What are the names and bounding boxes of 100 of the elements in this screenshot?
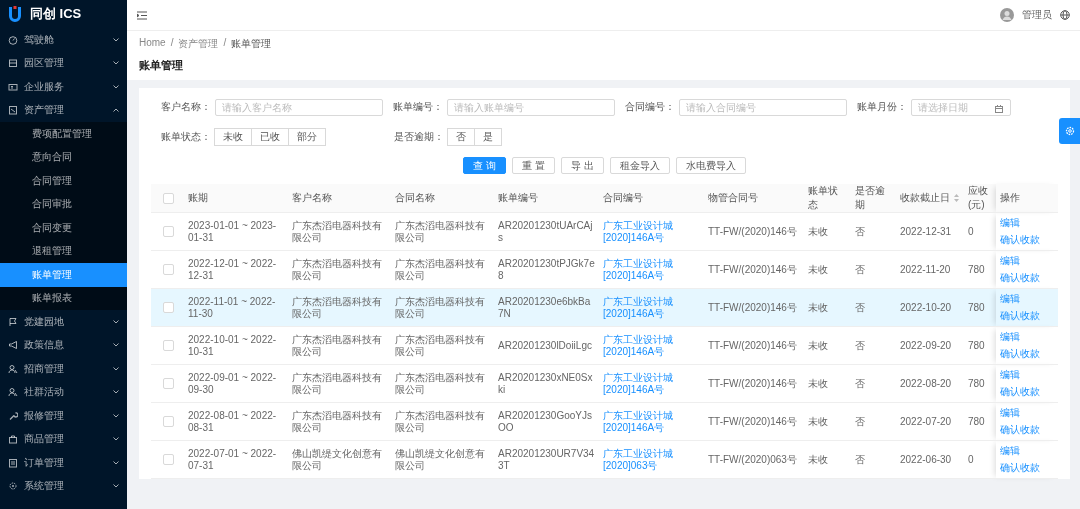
user-name[interactable]: 管理员 (1022, 8, 1052, 22)
action-button[interactable]: 租金导入 (609, 157, 670, 174)
table-cell: 广东杰滔电器科技有限公司 (292, 371, 382, 395)
toggle-option[interactable]: 部分 (288, 128, 326, 146)
table-cell: 广东杰滔电器科技有限公司 (395, 219, 485, 243)
edit-link[interactable]: 编辑 (1000, 217, 1020, 229)
toggle-option[interactable]: 已收 (251, 128, 289, 146)
sidebar-item[interactable]: 招商管理 (0, 357, 127, 381)
table-row[interactable]: 2022-12-01 ~ 2022-12-31 广东杰滔电器科技有限公司 广东杰滔电器科技有限公司 AR20201230tPJGk7e8 广东工业设计城[2020]146A号 TT-FW/(2020)146号 未收 否 2022-11-20 780 编辑 确认收款 (151, 250, 1058, 289)
confirm-payment-link[interactable]: 确认收款 (1000, 234, 1040, 246)
submenu-item[interactable]: 意向合同 (0, 145, 127, 169)
contract-link[interactable]: 广东工业设计城[2020]146A号 (603, 257, 700, 282)
edit-link[interactable]: 编辑 (1000, 407, 1020, 419)
contract-link[interactable]: 广东工业设计城[2020]146A号 (603, 219, 700, 244)
menu-label: 资产管理 (24, 103, 65, 118)
confirm-payment-link[interactable]: 确认收款 (1000, 386, 1040, 398)
sidebar-item[interactable]: 驾驶舱 (0, 28, 127, 52)
table-row[interactable]: 2022-08-01 ~ 2022-08-31 广东杰滔电器科技有限公司 广东杰滔电器科技有限公司 AR20201230GooYJsOO 广东工业设计城[2020]146A号 TT-FW/(2020)146号 未收 否 2022-07-20 780 编辑 确认收款 (151, 402, 1058, 441)
sidebar-item[interactable]: 商品管理 (0, 427, 127, 451)
input-field[interactable]: 请输入合同编号 (679, 98, 847, 116)
contract-link[interactable]: 广东工业设计城[2020]146A号 (603, 371, 700, 396)
table-cell: 2022-07-01 ~ 2022-07-31 (188, 447, 277, 471)
column-header: 是否逾期 (855, 184, 886, 212)
sidebar-item[interactable]: 系统管理 (0, 474, 127, 498)
sidebar-item[interactable]: 党建园地 (0, 310, 127, 334)
table-cell: AR20201230GooYJsOO (498, 409, 592, 433)
submenu-item[interactable]: 退租管理 (0, 239, 127, 263)
row-checkbox[interactable] (163, 416, 174, 427)
table-row[interactable]: 2022-07-01 ~ 2022-07-31 佛山凯缇文化创意有限公司 佛山凯缇文化创意有限公司 AR20201230UR7V343T 广东工业设计城[2020]063号 TT-FW/(2020)063号 未收 否 2022-06-30 0 编辑 确认收款 (151, 440, 1058, 479)
edit-link[interactable]: 编辑 (1000, 445, 1020, 457)
row-checkbox[interactable] (163, 302, 174, 313)
confirm-payment-link[interactable]: 确认收款 (1000, 272, 1040, 284)
contract-link[interactable]: 广东工业设计城[2020]146A号 (603, 333, 700, 358)
table-cell: 2022-11-01 ~ 2022-11-30 (188, 295, 276, 319)
menu-label: 社群活动 (24, 385, 65, 400)
breadcrumb-separator: / (223, 37, 227, 50)
table-cell: 广东杰滔电器科技有限公司 (395, 333, 485, 357)
action-button[interactable]: 水电费导入 (675, 157, 746, 174)
menu-label: 政策信息 (24, 338, 65, 353)
edit-link[interactable]: 编辑 (1000, 255, 1020, 267)
toggle-option[interactable]: 未收 (214, 128, 252, 146)
breadcrumb-link[interactable]: Home (139, 37, 166, 51)
table-cell: 否 (855, 453, 865, 465)
confirm-payment-link[interactable]: 确认收款 (1000, 462, 1040, 474)
confirm-payment-link[interactable]: 确认收款 (1000, 424, 1040, 436)
table-cell: 否 (855, 339, 865, 351)
table-cell: AR20201230xNE0Sxki (498, 371, 593, 395)
column-header: 合同名称 (395, 191, 435, 205)
submenu-item[interactable]: 合同审批 (0, 192, 127, 216)
sidebar-item[interactable]: 订单管理 (0, 451, 127, 475)
row-checkbox[interactable] (163, 378, 174, 389)
sidebar-item[interactable]: 社群活动 (0, 380, 127, 404)
settings-button[interactable] (1059, 118, 1080, 144)
table-cell: 2022-11-20 (900, 263, 951, 275)
submenu-item[interactable]: 账单报表 (0, 286, 127, 310)
table-cell: AR20201230e6bkBa7N (498, 295, 591, 319)
field-label: 是否逾期： (393, 130, 445, 144)
table-row[interactable]: 2022-09-01 ~ 2022-09-30 广东杰滔电器科技有限公司 广东杰滔电器科技有限公司 AR20201230xNE0Sxki 广东工业设计城[2020]146A号 TT-FW/(2020)146号 未收 否 2022-08-20 780 编辑 确认收款 (151, 364, 1058, 403)
row-checkbox[interactable] (163, 454, 174, 465)
table-cell: 2022-09-20 (900, 339, 952, 351)
menu-icon[interactable] (137, 10, 147, 20)
table-row[interactable]: 2022-10-01 ~ 2022-10-31 广东杰滔电器科技有限公司 广东杰滔电器科技有限公司 AR20201230lDoiiLgc 广东工业设计城[2020]146A号 TT-FW/(2020)146号 未收 否 2022-09-20 780 编辑 确认收款 (151, 326, 1058, 365)
globe-icon[interactable] (1060, 10, 1070, 20)
sidebar-item[interactable]: 报修管理 (0, 404, 127, 428)
document-icon (8, 457, 18, 468)
edit-link[interactable]: 编辑 (1000, 331, 1020, 343)
card-icon (8, 81, 18, 92)
table-row[interactable]: 2022-11-01 ~ 2022-11-30 广东杰滔电器科技有限公司 广东杰滔电器科技有限公司 AR20201230e6bkBa7N 广东工业设计城[2020]146A号 TT-FW/(2020)146号 未收 否 2022-10-20 780 编辑 确认收款 (151, 288, 1058, 327)
submenu-item[interactable]: 合同变更 (0, 216, 127, 240)
table-cell: AR20201230tUArCAjs (498, 219, 593, 243)
menu-label: 系统管理 (24, 479, 65, 494)
table-cell: 780 (968, 339, 985, 351)
table-cell: 0 (968, 225, 974, 237)
submenu-item[interactable]: 费项配置管理 (0, 122, 127, 146)
column-header: 账单编号 (498, 191, 538, 205)
row-checkbox[interactable] (163, 340, 174, 351)
select-all-checkbox[interactable] (163, 192, 174, 204)
action-button[interactable]: 导 出 (560, 157, 604, 174)
column-header: 物管合同号 (708, 191, 758, 205)
row-checkbox[interactable] (163, 226, 174, 237)
toggle-option[interactable]: 是 (474, 128, 502, 146)
table-cell: 2022-09-01 ~ 2022-09-30 (188, 371, 277, 395)
breadcrumb-link[interactable]: 资产管理 (178, 37, 219, 51)
table-row[interactable]: 2023-01-01 ~ 2023-01-31 广东杰滔电器科技有限公司 广东杰滔电器科技有限公司 AR20201230tUArCAjs 广东工业设计城[2020]146A号 TT-FW/(2020)146号 未收 否 2022-12-31 0 编辑 确认收款 (151, 212, 1058, 251)
sidebar-item[interactable]: 资产管理 (0, 98, 127, 122)
toggle-option[interactable]: 否 (447, 128, 475, 146)
table-cell: 780 (968, 301, 985, 313)
row-checkbox[interactable] (163, 264, 174, 275)
input-field[interactable]: 请输入客户名称 (215, 98, 383, 116)
edit-link[interactable]: 编辑 (1000, 369, 1020, 381)
sort-icon[interactable] (954, 194, 959, 202)
submenu-item[interactable]: 合同管理 (0, 169, 127, 193)
sidebar-item[interactable]: 政策信息 (0, 333, 127, 357)
contract-link[interactable]: 广东工业设计城[2020]063号 (603, 447, 700, 472)
action-button[interactable]: 重 置 (512, 157, 555, 174)
confirm-payment-link[interactable]: 确认收款 (1000, 348, 1040, 360)
column-header: 账单状态 (808, 184, 839, 212)
contract-link[interactable]: 广东工业设计城[2020]146A号 (603, 409, 700, 434)
sidebar-item[interactable]: 企业服务 (0, 75, 127, 99)
sidebar-item[interactable]: 园区管理 (0, 51, 127, 75)
